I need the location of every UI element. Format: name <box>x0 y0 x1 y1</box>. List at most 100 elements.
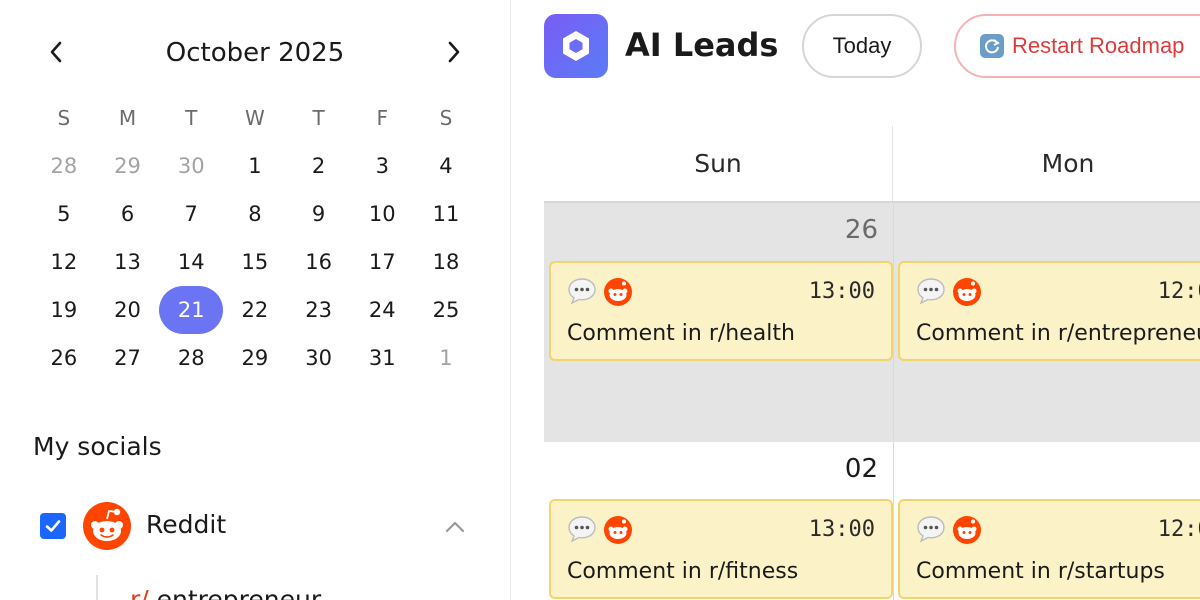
chevron-right-icon <box>448 41 460 63</box>
calendar-week-row: 12 13 14 15 16 17 18 <box>32 238 478 286</box>
collapse-button[interactable] <box>442 514 468 540</box>
calendar-day[interactable]: 5 <box>32 190 96 238</box>
calendar-week-row: 19 20 21 22 23 24 25 <box>32 286 478 334</box>
week-row: 26 27 13:00 Comment in r/health 12:00 Co… <box>544 201 1200 439</box>
calendar-day[interactable]: 17 <box>350 238 414 286</box>
subreddit-item[interactable]: r/ entrepreneur <box>130 585 321 600</box>
calendar-day[interactable]: 22 <box>223 286 287 334</box>
hexagon-logo-icon <box>544 14 608 78</box>
event-time: 12:00 <box>1157 517 1200 542</box>
weekday-label: W <box>245 106 265 130</box>
reddit-icon <box>82 501 132 551</box>
calendar-day[interactable]: 27 <box>96 334 160 382</box>
calendar-day[interactable]: 19 <box>32 286 96 334</box>
reddit-icon <box>604 516 632 544</box>
weekday-label: F <box>376 106 389 130</box>
comment-bubble-icon <box>568 516 596 543</box>
calendar-day[interactable]: 16 <box>287 238 351 286</box>
event-icons <box>916 277 982 307</box>
calendar-day[interactable]: 12 <box>32 238 96 286</box>
event-time: 12:00 <box>1157 279 1200 304</box>
weekday-label: S <box>57 106 71 130</box>
calendar-day[interactable]: 23 <box>287 286 351 334</box>
reddit-checkbox[interactable] <box>40 513 66 539</box>
event-card[interactable]: 12:00 Comment in r/startups <box>898 499 1200 599</box>
calendar-day[interactable]: 25 <box>414 286 478 334</box>
calendar-day[interactable]: 28 <box>159 334 223 382</box>
reddit-icon <box>953 278 981 306</box>
calendar-day[interactable]: 14 <box>159 238 223 286</box>
event-icons <box>567 277 633 307</box>
comment-bubble-icon <box>568 278 596 305</box>
restart-label: Restart Roadmap <box>1012 33 1185 58</box>
calendar-day[interactable]: 11 <box>414 190 478 238</box>
reddit-icon <box>604 278 632 306</box>
refresh-icon <box>980 34 1004 58</box>
socials-heading: My socials <box>33 432 162 461</box>
calendar-day[interactable]: 8 <box>223 190 287 238</box>
event-card[interactable]: 12:00 Comment in r/entrepreneur <box>898 261 1200 361</box>
event-card[interactable]: 13:00 Comment in r/fitness <box>549 499 893 599</box>
calendar-day[interactable]: 3 <box>350 142 414 190</box>
calendar-day[interactable]: 7 <box>159 190 223 238</box>
subreddit-name: entrepreneur <box>156 585 322 600</box>
calendar-day[interactable]: 1 <box>414 334 478 382</box>
weekday-label: T <box>185 106 198 130</box>
calendar-day[interactable]: 1 <box>223 142 287 190</box>
social-item-reddit[interactable]: Reddit <box>38 500 478 552</box>
date-number: 02 <box>844 454 878 484</box>
weekday-label: T <box>312 106 325 130</box>
calendar-week-row: 5 6 7 8 9 10 11 <box>32 190 478 238</box>
reddit-icon <box>953 516 981 544</box>
calendar-day[interactable]: 26 <box>32 334 96 382</box>
restart-roadmap-button[interactable]: Restart Roadmap <box>954 14 1200 78</box>
calendar-day[interactable]: 28 <box>32 142 96 190</box>
next-month-button[interactable] <box>436 34 472 70</box>
calendar-day[interactable]: 6 <box>96 190 160 238</box>
column-divider <box>893 203 894 439</box>
event-time: 13:00 <box>808 279 875 304</box>
column-divider <box>893 442 894 600</box>
event-icons <box>916 515 982 545</box>
calendar-day[interactable]: 30 <box>159 142 223 190</box>
event-label: Comment in r/fitness <box>567 559 799 584</box>
today-button[interactable]: Today <box>802 14 922 78</box>
calendar-day[interactable]: 10 <box>350 190 414 238</box>
calendar-day[interactable]: 18 <box>414 238 478 286</box>
date-number: 26 <box>844 215 878 245</box>
calendar-day[interactable]: 2 <box>287 142 351 190</box>
social-name: Reddit <box>146 510 227 539</box>
calendar-week-row: 26 27 28 29 30 31 1 <box>32 334 478 382</box>
comment-bubble-icon <box>917 278 945 305</box>
subreddit-tree-line <box>96 575 98 600</box>
day-header-mon: Mon <box>893 126 1200 201</box>
calendar-day[interactable]: 24 <box>350 286 414 334</box>
chevron-up-icon <box>445 521 465 533</box>
weekday-label: M <box>118 106 137 130</box>
weekday-row: S M T W T F S <box>32 94 478 142</box>
week-row: 02 03 13:00 Comment in r/fitness 12:00 C… <box>544 439 1200 600</box>
calendar-day[interactable]: 13 <box>96 238 160 286</box>
app-title: AI Leads <box>625 26 779 64</box>
calendar-day[interactable]: 29 <box>96 142 160 190</box>
main-area: AI Leads Today Restart Roadmap Sun Mon 2… <box>512 0 1200 600</box>
calendar-day[interactable]: 29 <box>223 334 287 382</box>
event-label: Comment in r/health <box>567 321 795 346</box>
calendar-day-selected[interactable]: 21 <box>159 286 224 334</box>
event-label: Comment in r/entrepreneur <box>916 321 1200 346</box>
calendar-day[interactable]: 15 <box>223 238 287 286</box>
weekday-label: S <box>439 106 453 130</box>
calendar-day[interactable]: 20 <box>96 286 160 334</box>
calendar-week-row: 28 29 30 1 2 3 4 <box>32 142 478 190</box>
month-title: October 2025 <box>165 38 345 68</box>
event-time: 13:00 <box>808 517 875 542</box>
calendar-day[interactable]: 9 <box>287 190 351 238</box>
sidebar: October 2025 S M T W T F S 28 29 30 1 2 … <box>0 0 511 600</box>
calendar-day[interactable]: 31 <box>350 334 414 382</box>
subreddit-prefix: r/ <box>130 585 149 600</box>
event-icons <box>567 515 633 545</box>
calendar-day[interactable]: 4 <box>414 142 478 190</box>
event-card[interactable]: 13:00 Comment in r/health <box>549 261 893 361</box>
day-header-sun: Sun <box>544 126 893 201</box>
calendar-day[interactable]: 30 <box>287 334 351 382</box>
